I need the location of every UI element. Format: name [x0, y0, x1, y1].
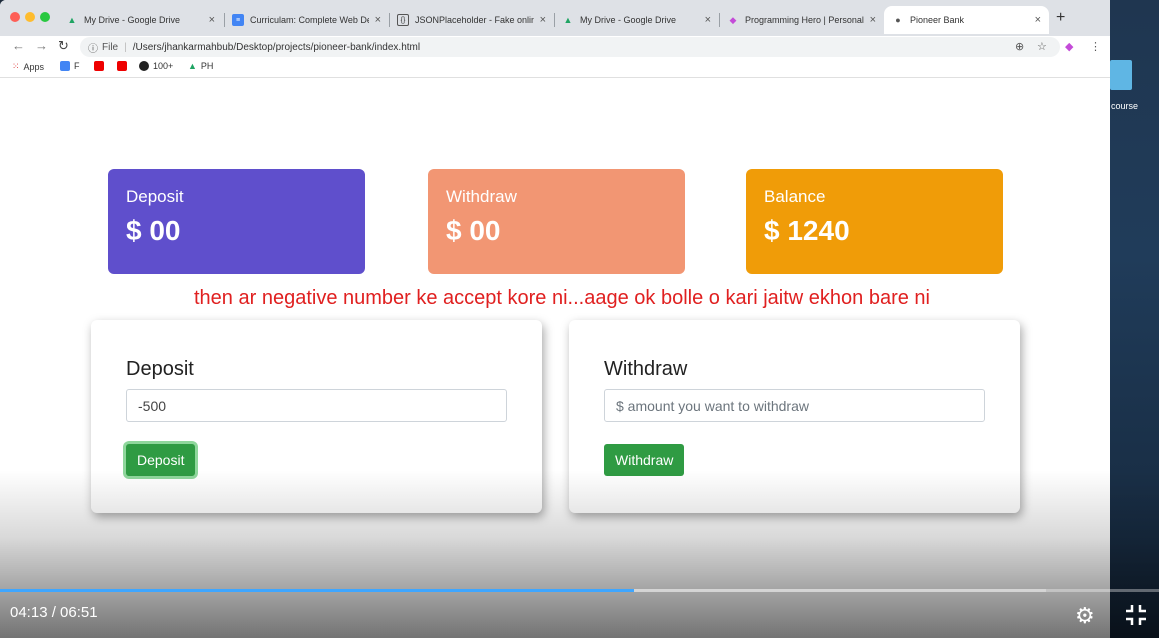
video-caption: then ar negative number ke accept kore n…: [194, 287, 930, 309]
withdraw-summary-value: $ 00: [446, 215, 501, 246]
withdraw-summary-card: Withdraw $ 00: [428, 169, 685, 274]
url-separator: |: [124, 41, 127, 53]
video-controls-gradient: [0, 470, 1159, 638]
github-icon: [139, 61, 149, 71]
deposit-summary-card: Deposit $ 00: [108, 169, 365, 274]
tab-title: My Drive - Google Drive: [580, 15, 677, 25]
maximize-window-button[interactable]: [40, 12, 50, 22]
close-tab-icon[interactable]: ×: [705, 14, 711, 26]
tab-curriculum[interactable]: ≡ Curriculam: Complete Web Dev ×: [224, 6, 389, 34]
google-drive-icon: ▲: [563, 15, 573, 25]
tab-jsonplaceholder[interactable]: {} JSONPlaceholder - Fake online ×: [389, 6, 554, 34]
menu-dots-icon[interactable]: ⋮: [1090, 40, 1101, 53]
programming-hero-icon: ◆: [729, 14, 737, 25]
tab-google-drive-2[interactable]: ▲ My Drive - Google Drive ×: [554, 6, 719, 34]
new-tab-icon[interactable]: +: [1056, 9, 1065, 27]
bookmark-apps[interactable]: ⁙ Apps: [12, 61, 44, 72]
desktop-icon-label: course: [1111, 101, 1139, 111]
deposit-summary-label: Deposit: [126, 187, 184, 206]
minimize-window-button[interactable]: [25, 12, 35, 22]
url-input[interactable]: ⓘ File | /Users/jhankarmahbub/Desktop/pr…: [80, 37, 1060, 57]
tab-bar: ▲ My Drive - Google Drive × ≡ Curriculam…: [0, 0, 1110, 36]
close-tab-icon[interactable]: ×: [375, 14, 381, 26]
video-time-display: 04:13 / 06:51: [10, 604, 98, 621]
bookmark-youtube-1[interactable]: [94, 61, 104, 71]
google-drive-icon: ▲: [188, 61, 197, 71]
back-arrow-icon[interactable]: ←: [12, 38, 25, 53]
settings-gear-icon[interactable]: ⚙: [1075, 603, 1095, 629]
youtube-icon: [117, 61, 127, 71]
reload-icon[interactable]: ↻: [58, 38, 69, 54]
tab-google-drive-1[interactable]: ▲ My Drive - Google Drive ×: [58, 6, 223, 34]
tab-title: Curriculam: Complete Web Dev: [250, 15, 369, 25]
scheme-label: File: [102, 41, 119, 53]
apps-grid-icon: ⁙: [12, 61, 20, 71]
balance-summary-value: $ 1240: [764, 215, 850, 246]
address-bar: ← → ↻ ⓘ File | /Users/jhankarmahbub/Desk…: [0, 36, 1110, 58]
withdraw-summary-label: Withdraw: [446, 187, 517, 206]
bookmark-100[interactable]: 100+: [139, 61, 173, 71]
close-window-button[interactable]: [10, 12, 20, 22]
bookmark-label: F: [74, 61, 80, 71]
close-tab-icon[interactable]: ×: [1035, 14, 1041, 26]
bookmark-youtube-2[interactable]: [117, 61, 127, 71]
youtube-icon: [94, 61, 104, 71]
bookmark-label: 100+: [153, 61, 174, 71]
tab-pioneer-bank[interactable]: ● Pioneer Bank ×: [884, 6, 1049, 34]
balance-summary-label: Balance: [764, 187, 826, 206]
extension-icon[interactable]: ◆: [1065, 40, 1073, 53]
exit-fullscreen-icon[interactable]: [1124, 603, 1148, 627]
bookmark-label: PH: [200, 61, 214, 71]
google-docs-icon: ≡: [232, 14, 244, 26]
bookmark-f[interactable]: F: [60, 61, 80, 71]
balance-summary-card: Balance $ 1240: [746, 169, 1003, 274]
tab-programming-hero[interactable]: ◆ Programming Hero | Personal ×: [719, 6, 884, 34]
folder-icon[interactable]: [1110, 60, 1132, 90]
close-tab-icon[interactable]: ×: [209, 14, 215, 26]
url-text: /Users/jhankarmahbub/Desktop/projects/pi…: [132, 41, 421, 53]
tab-title: My Drive - Google Drive: [84, 15, 181, 25]
tab-title: Pioneer Bank: [910, 15, 965, 25]
close-tab-icon[interactable]: ×: [540, 14, 546, 26]
info-icon[interactable]: ⓘ: [88, 40, 98, 55]
deposit-amount-input[interactable]: -500: [126, 389, 507, 422]
google-drive-icon: ▲: [67, 15, 77, 25]
tab-title: Programming Hero | Personal: [745, 15, 864, 25]
withdraw-form-title: Withdraw: [604, 358, 688, 380]
bookmark-ph[interactable]: ▲ PH: [188, 61, 213, 71]
globe-icon: ●: [895, 15, 901, 25]
video-progress-fill: [0, 589, 634, 592]
video-progress-bar[interactable]: [0, 589, 1159, 592]
google-docs-icon: [60, 61, 70, 71]
close-tab-icon[interactable]: ×: [870, 14, 876, 26]
deposit-form-title: Deposit: [126, 358, 194, 380]
deposit-summary-value: $ 00: [126, 215, 181, 246]
bookmark-label: Apps: [23, 61, 45, 72]
withdraw-amount-input[interactable]: $ amount you want to withdraw: [604, 389, 985, 422]
tab-title: JSONPlaceholder - Fake online: [415, 15, 534, 25]
forward-arrow-icon[interactable]: →: [35, 38, 48, 53]
bookmark-star-icon[interactable]: ☆: [1037, 40, 1047, 53]
bookmarks-bar: ⁙ Apps F 100+ ▲ PH: [0, 58, 1110, 78]
json-placeholder-icon: {}: [397, 14, 409, 26]
zoom-icon[interactable]: ⊕: [1015, 40, 1024, 53]
